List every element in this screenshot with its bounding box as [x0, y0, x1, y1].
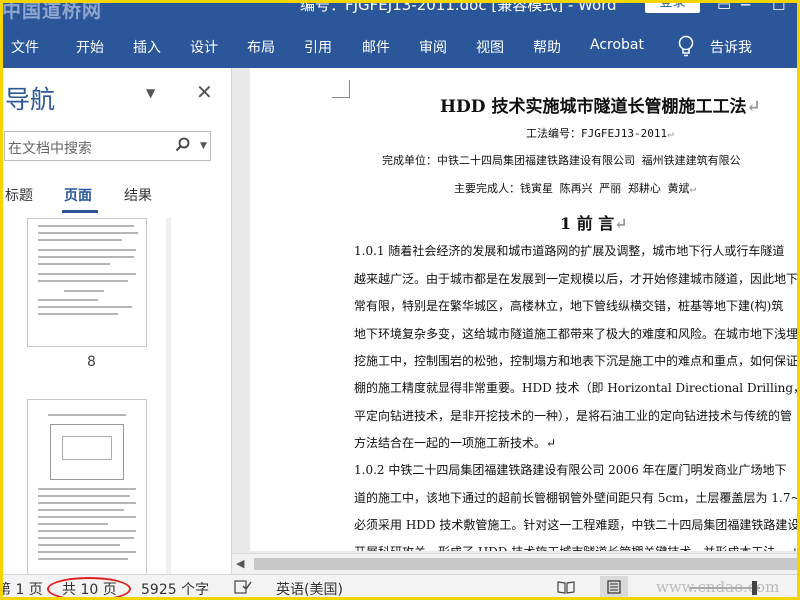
tab-view[interactable]: 视图: [476, 37, 504, 57]
tab-review[interactable]: 审阅: [419, 37, 447, 57]
body-line: 1.0.1 随着社会经济的发展和城市道路网的扩展及调整，城市地下行人或行车隧道: [354, 244, 785, 258]
ribbon-display-options-icon[interactable]: ▭: [717, 0, 731, 14]
highlight-oval: [47, 577, 131, 600]
document-area: HDD 技术实施城市隧道长管棚施工工法↵ 工法编号：FJGFEJ13-2011↵…: [232, 68, 800, 574]
search-options-icon[interactable]: ▼: [200, 141, 207, 151]
active-tab-indicator: [62, 210, 98, 213]
page-thumbnail[interactable]: [27, 399, 147, 574]
title-bar: 中国道桥网 编号：FJGFEJ13-2011.doc [兼容模式] - Word…: [0, 0, 800, 26]
body-line: 开展科研攻关，形成了 HDD 技术施工城市隧道长管棚关键技术，并形成本工法。↵: [354, 543, 797, 551]
page-thumbnails: 8: [0, 218, 231, 574]
navigation-pane: 导航 ▼ ✕ 在文档中搜索 ▼ 标题 页面 结果 8: [0, 68, 232, 574]
proofing-icon[interactable]: [234, 580, 252, 594]
tab-file[interactable]: 文件: [11, 37, 39, 57]
search-icon[interactable]: [175, 137, 191, 153]
search-input[interactable]: 在文档中搜索 ▼: [4, 131, 211, 161]
body-line: 方法结合在一起的一项施工新技术。↵: [354, 436, 557, 450]
tab-headings[interactable]: 标题: [5, 185, 33, 205]
zoom-slider[interactable]: [690, 587, 760, 589]
body-line: 地下环境复杂多变，这给城市隧道施工都带来了极大的难度和风险。在城市地下浅埋: [354, 327, 799, 341]
ribbon-tabs: 文件 开始 插入 设计 布局 引用 邮件 审阅 视图 帮助 Acrobat 告诉…: [0, 26, 800, 68]
language-indicator[interactable]: 英语(美国): [276, 579, 343, 599]
body-line: 道的施工中，该地下通过的超前长管棚钢管外壁间距只有 5cm，土层覆盖层为 1.7…: [354, 491, 800, 505]
tab-results[interactable]: 结果: [124, 185, 152, 205]
scroll-left-icon[interactable]: ◀: [236, 557, 244, 570]
body-line: 挖施工中，控制围岩的松弛，控制塌方和地表下沉是施工中的难点和重点，如何保证: [354, 354, 799, 368]
scrollbar-thumb[interactable]: [254, 558, 799, 570]
body-line: 必须采用 HDD 技术敷管施工。针对这一工程难题，中铁二十四局集团福建铁路建设有: [354, 518, 800, 532]
tell-me-search[interactable]: 告诉我: [710, 37, 752, 57]
page-number-label: 8: [87, 354, 96, 370]
crop-mark: [332, 80, 350, 98]
tab-pages[interactable]: 页面: [64, 185, 92, 205]
minimize-icon[interactable]: ─: [741, 0, 750, 14]
status-bar: 第 1 页 共 10 页 5925 个字 英语(美国) www.cndao.co…: [0, 574, 800, 600]
body-line: 平定向钻进技术，是非开挖技术的一种），是将石油工业的定向钻进技术与传统的管: [354, 409, 793, 423]
site-watermark: 中国道桥网: [2, 0, 103, 22]
print-layout-icon: [607, 580, 621, 594]
body-line: 棚的施工精度就显得非常重要。HDD 技术（即 Horizontal Direct…: [354, 381, 800, 395]
body-line: 越来越广泛。由于城市都是在发展到一定规模以后，才开始修建城市隧道，因此地下: [354, 272, 799, 286]
nav-pane-title: 导航: [5, 85, 56, 114]
completion-unit: 完成单位：中铁二十四局集团福建铁路建设有限公司 福州铁建建筑有限公: [382, 154, 741, 167]
nav-options-dropdown-icon[interactable]: ▼: [146, 86, 155, 100]
horizontal-scrollbar[interactable]: ◀: [232, 553, 800, 574]
lightbulb-icon: [678, 35, 694, 57]
tab-references[interactable]: 引用: [304, 37, 332, 57]
document-heading: HDD 技术实施城市隧道长管棚施工工法↵: [440, 97, 761, 117]
tab-design[interactable]: 设计: [190, 37, 218, 57]
document-title: 编号：FJGFEJ13-2011.doc [兼容模式] - Word: [300, 0, 617, 14]
method-code: 工法编号：FJGFEJ13-2011↵: [526, 127, 674, 140]
document-page[interactable]: HDD 技术实施城市隧道长管棚施工工法↵ 工法编号：FJGFEJ13-2011↵…: [250, 68, 800, 551]
tab-acrobat[interactable]: Acrobat: [590, 37, 644, 53]
tab-mailings[interactable]: 邮件: [362, 37, 390, 57]
thumbnails-scrollbar[interactable]: [166, 218, 171, 574]
tab-help[interactable]: 帮助: [533, 37, 561, 57]
read-mode-icon[interactable]: [557, 580, 575, 594]
tab-insert[interactable]: 插入: [133, 37, 161, 57]
search-placeholder: 在文档中搜索: [8, 141, 92, 157]
zoom-slider-thumb[interactable]: [752, 581, 757, 595]
current-page-indicator[interactable]: 第 1 页: [0, 579, 43, 599]
login-button[interactable]: 登录: [645, 0, 700, 13]
tab-layout[interactable]: 布局: [247, 37, 275, 57]
word-count[interactable]: 5925 个字: [141, 579, 209, 599]
tab-home[interactable]: 开始: [76, 37, 104, 57]
body-line: 1.0.2 中铁二十四局集团福建铁路建设有限公司 2006 年在厦门明发商业广场…: [354, 463, 787, 477]
section-heading: 1 前 言↵: [560, 214, 628, 233]
body-line: 常有限，特别是在繁华城区，高楼林立，地下管线纵横交错，桩基等地下建(构)筑: [354, 299, 784, 313]
close-icon[interactable]: ✕: [196, 80, 213, 104]
page-thumbnail[interactable]: [27, 218, 147, 347]
maximize-icon[interactable]: ☐: [772, 0, 785, 14]
authors: 主要完成人：钱寅星 陈再兴 严丽 郑耕心 黄斌↵: [454, 182, 697, 195]
